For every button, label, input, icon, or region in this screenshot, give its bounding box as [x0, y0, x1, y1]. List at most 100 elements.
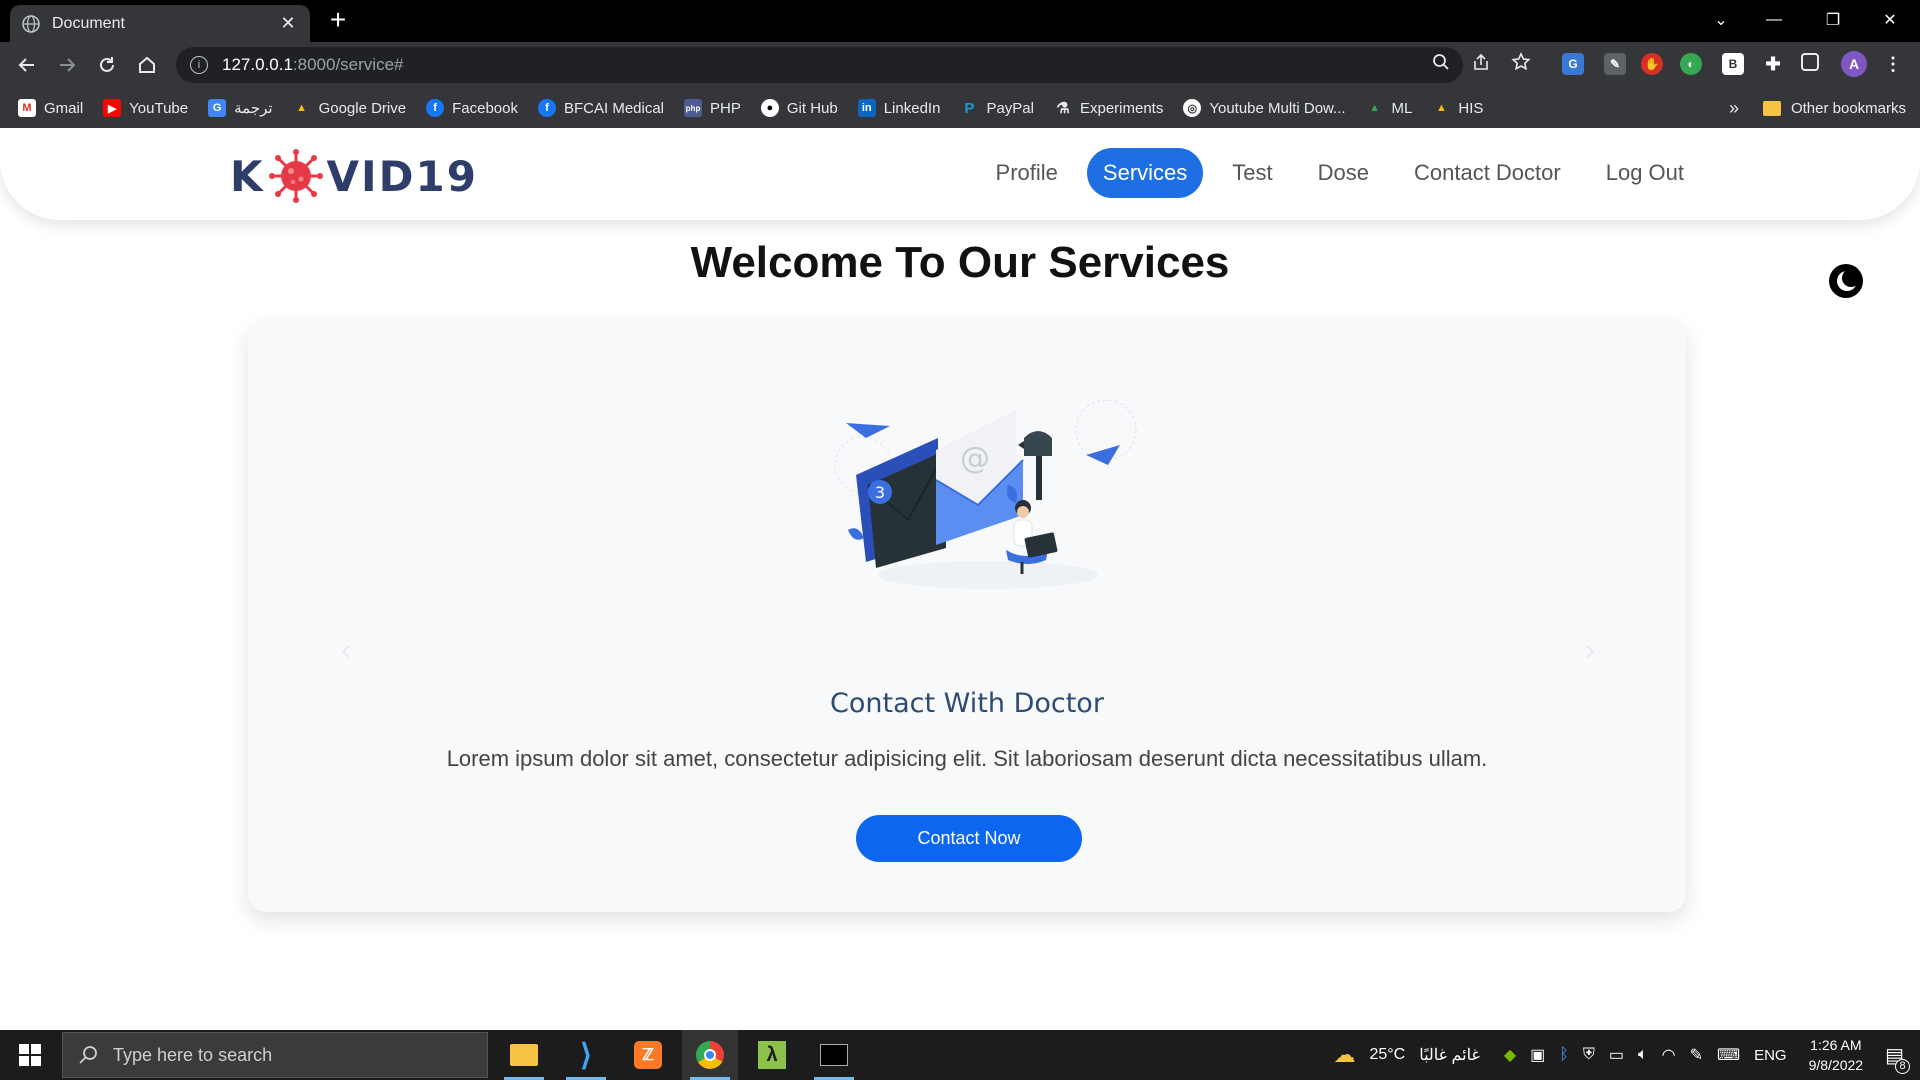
other-bookmarks-button[interactable]: Other bookmarks: [1791, 100, 1906, 117]
bookmark-paypal[interactable]: P PayPal: [960, 99, 1034, 117]
battery-icon[interactable]: ▭: [1609, 1045, 1624, 1065]
vscode-icon[interactable]: ⟩: [558, 1030, 614, 1080]
pen-icon[interactable]: ✎: [1690, 1045, 1703, 1065]
side-panel-icon[interactable]: [1801, 53, 1819, 71]
hand-extension-icon[interactable]: ✋: [1641, 53, 1663, 75]
bookmark-youtube-multi[interactable]: ◎ Youtube Multi Dow...: [1183, 99, 1346, 117]
tab-title: Document: [52, 14, 125, 32]
lambda-app-icon[interactable]: λ: [744, 1030, 800, 1080]
bookmark-linkedin[interactable]: in LinkedIn: [857, 99, 940, 117]
nav-dose[interactable]: Dose: [1302, 148, 1385, 198]
restore-button[interactable]: ❐: [1806, 0, 1860, 40]
b-extension-icon[interactable]: B: [1722, 53, 1744, 75]
address-bar[interactable]: i 127.0.0.1:8000/service#: [176, 47, 1463, 83]
nav-contact-doctor[interactable]: Contact Doctor: [1398, 148, 1577, 198]
share-icon[interactable]: [1470, 51, 1492, 73]
color-extension-icon[interactable]: ◐: [1680, 53, 1702, 75]
terminal-icon[interactable]: [806, 1030, 862, 1080]
search-placeholder: Type here to search: [113, 1044, 273, 1065]
xampp-icon[interactable]: ℤ: [620, 1030, 676, 1080]
keyboard-icon[interactable]: ⌨: [1717, 1045, 1740, 1065]
menu-kebab-icon[interactable]: ⋮: [1882, 53, 1904, 75]
reload-button[interactable]: [92, 50, 122, 80]
bookmark-github[interactable]: ● Git Hub: [760, 99, 838, 117]
bookmark-php[interactable]: php PHP: [684, 99, 741, 117]
close-window-button[interactable]: ✕: [1863, 0, 1917, 40]
paypal-icon: P: [964, 99, 975, 117]
language-indicator[interactable]: ENG: [1754, 1047, 1787, 1064]
php-icon: php: [684, 99, 703, 117]
chrome-icon[interactable]: [682, 1030, 738, 1080]
tab-search-icon[interactable]: ⌄: [1694, 0, 1748, 40]
service-card: 3 @ ‹ › Contact With Doctor Lorem ipsum …: [248, 320, 1686, 912]
extensions-puzzle-icon[interactable]: ✚: [1762, 53, 1784, 75]
bookmark-youtube[interactable]: ▶ YouTube: [103, 99, 188, 117]
windows-start-icon[interactable]: [0, 1030, 60, 1080]
info-icon[interactable]: i: [190, 56, 208, 74]
shield-icon[interactable]: ⛨: [1583, 1046, 1595, 1064]
url-host: 127.0.0.1: [222, 55, 293, 74]
bluetooth-icon[interactable]: ᛒ: [1559, 1046, 1569, 1064]
linkedin-icon: in: [857, 99, 876, 117]
profile-avatar[interactable]: A: [1841, 51, 1867, 77]
site-logo[interactable]: K VID19: [230, 148, 478, 204]
carousel-next-icon[interactable]: ›: [1578, 636, 1602, 664]
globe-icon: ◎: [1183, 99, 1202, 117]
more-bookmarks-button[interactable]: »: [1729, 98, 1739, 119]
browser-tab[interactable]: Document ✕: [10, 5, 310, 42]
taskbar-search-input[interactable]: Type here to search: [62, 1032, 488, 1078]
close-tab-icon[interactable]: ✕: [278, 13, 298, 34]
logo-text-right: VID19: [326, 151, 478, 201]
minimize-button[interactable]: —: [1747, 0, 1801, 40]
bookmark-star-icon[interactable]: [1510, 51, 1532, 73]
pen-extension-icon[interactable]: ✎: [1604, 53, 1626, 75]
search-icon: [79, 1046, 97, 1064]
wifi-icon[interactable]: ◠: [1662, 1045, 1676, 1065]
bookmark-ml[interactable]: ▲ ML: [1366, 99, 1412, 117]
bookmark-google-drive[interactable]: ▲ Google Drive: [293, 99, 406, 117]
clock-time: 1:26 AM: [1810, 1037, 1862, 1053]
back-button[interactable]: [12, 50, 42, 80]
bookmarks-bar: M Gmail ▶ YouTube G ترجمة ▲ Google Drive f Fa…: [0, 88, 1920, 128]
nav-log-out[interactable]: Log Out: [1590, 148, 1700, 198]
home-button[interactable]: [132, 50, 162, 80]
page-title: Welcome To Our Services: [690, 238, 1230, 287]
forward-button[interactable]: [52, 50, 82, 80]
taskbar-clock[interactable]: 1:26 AM 9/8/2022: [1809, 1035, 1864, 1075]
bookmark-experiments[interactable]: ⚗ Experiments: [1054, 99, 1163, 118]
youtube-icon: ▶: [103, 99, 122, 117]
service-title: Contact With Doctor: [830, 688, 1104, 719]
new-tab-button[interactable]: +: [324, 6, 352, 34]
device-icon[interactable]: ▣: [1530, 1045, 1545, 1065]
nav-test[interactable]: Test: [1216, 148, 1288, 198]
weather-icon[interactable]: ☁: [1333, 1042, 1355, 1068]
bookmark-facebook[interactable]: f Facebook: [426, 99, 518, 117]
nav-services[interactable]: Services: [1086, 148, 1204, 198]
translate-icon: G: [208, 99, 227, 117]
dark-mode-toggle[interactable]: [1829, 264, 1863, 298]
google-drive-icon: ▲: [1435, 102, 1447, 114]
url-path: :8000/service#: [292, 55, 404, 74]
notification-center-icon[interactable]: ▤ 8: [1885, 1043, 1910, 1074]
translate-extension-icon[interactable]: G: [1562, 53, 1584, 75]
nvidia-icon[interactable]: ◆: [1504, 1045, 1516, 1065]
browser-tabstrip: Document ✕ + ⌄ — ❐ ✕: [0, 0, 1920, 42]
weather-text[interactable]: غائم غالبًا: [1419, 1045, 1480, 1065]
notification-count: 8: [1895, 1058, 1910, 1074]
zoom-icon[interactable]: [1430, 51, 1452, 73]
bookmark-translate[interactable]: G ترجمة: [208, 99, 273, 117]
bookmark-gmail[interactable]: M Gmail: [18, 99, 83, 117]
weather-temp[interactable]: 25°C: [1369, 1046, 1405, 1064]
nav-profile[interactable]: Profile: [980, 148, 1074, 198]
service-description: Lorem ipsum dolor sit amet, consectetur …: [446, 746, 1488, 771]
google-drive-icon: ▲: [1369, 102, 1380, 114]
volume-icon[interactable]: 🔈︎: [1638, 1046, 1648, 1064]
bookmark-his[interactable]: ▲ HIS: [1432, 99, 1483, 117]
github-icon: ●: [760, 99, 779, 117]
file-explorer-icon[interactable]: [496, 1030, 552, 1080]
windows-taskbar: Type here to search ⟩ ℤ λ ☁ 25°C غائم غا…: [0, 1030, 1920, 1080]
bookmark-bfcai-medical[interactable]: f BFCAI Medical: [537, 99, 664, 117]
system-tray: ☁ 25°C غائم غالبًا ◆ ▣ ᛒ ⛨ ▭ 🔈︎ ◠ ✎ ⌨ EN…: [1333, 1030, 1920, 1080]
contact-now-button[interactable]: Contact Now: [856, 815, 1082, 862]
carousel-prev-icon[interactable]: ‹: [334, 636, 358, 664]
